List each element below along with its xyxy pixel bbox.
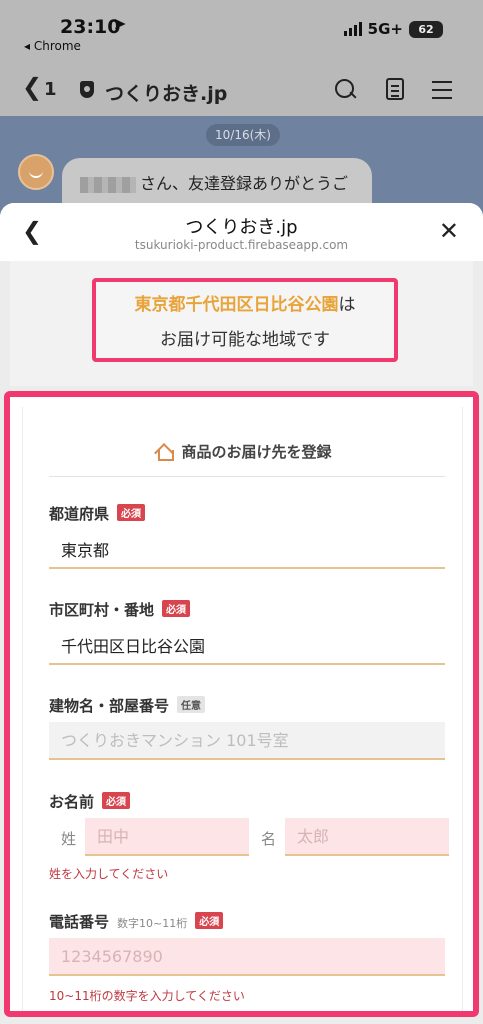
- required-badge: 必須: [162, 600, 191, 617]
- battery-icon: 62: [409, 20, 443, 38]
- notice-line-1: 東京都千代田区日比谷公園は: [96, 290, 394, 315]
- status-indicators: 5G+ 62: [343, 20, 443, 38]
- sheet-url: tsukurioki-product.firebaseapp.com: [134, 238, 349, 252]
- sheet-header: ❮ つくりおき.jp tsukurioki-product.firebaseap…: [0, 203, 483, 261]
- menu-icon[interactable]: [432, 78, 456, 102]
- note-icon[interactable]: [386, 78, 404, 100]
- first-name-prefix: 名: [261, 830, 277, 848]
- notice-line-2: お届け可能な地域です: [160, 330, 330, 350]
- city-label-text: 市区町村・番地: [49, 601, 155, 619]
- chat-title: つくりおき.jp: [105, 83, 228, 105]
- building-label-text: 建物名・部屋番号: [49, 697, 170, 715]
- avatar[interactable]: [18, 154, 54, 190]
- chat-message-text: さん、友達登録ありがとうご: [140, 174, 349, 193]
- phone-error: 10~11桁の数字を入力してください: [49, 989, 245, 1003]
- close-icon[interactable]: ✕: [439, 217, 459, 245]
- first-name-input[interactable]: [285, 818, 449, 856]
- shield-icon: [80, 81, 94, 98]
- signal-icon: [343, 22, 362, 36]
- prefecture-label: 都道府県 必須: [49, 503, 146, 524]
- optional-badge: 任意: [177, 696, 206, 713]
- notice-address: 東京都千代田区日比谷公園: [134, 295, 339, 315]
- phone-label-text: 電話番号: [49, 913, 110, 931]
- required-badge: 必須: [117, 504, 146, 521]
- divider: [49, 476, 445, 477]
- required-badge: 必須: [102, 792, 131, 809]
- phone-label: 電話番号 数字10~11桁 必須: [49, 911, 224, 932]
- back-to-app-link[interactable]: ◂ Chrome: [24, 39, 81, 53]
- network-label: 5G+: [367, 20, 403, 38]
- status-bar: 23:10 ➤ ◂ Chrome 5G+ 62: [0, 0, 483, 62]
- phone-hint: 数字10~11桁: [117, 917, 188, 930]
- sheet-title: つくりおき.jp: [185, 217, 298, 238]
- chat-area: 10/16(木) さん、友達登録ありがとうご: [0, 116, 483, 228]
- prefecture-label-text: 都道府県: [49, 505, 110, 523]
- required-badge: 必須: [195, 912, 224, 929]
- city-input[interactable]: [49, 627, 445, 665]
- back-chevron-icon[interactable]: ❮: [22, 73, 42, 101]
- name-label-text: お名前: [49, 793, 95, 811]
- last-name-prefix: 姓: [61, 830, 77, 848]
- form-heading: 商品のお届け先を登録: [23, 441, 464, 462]
- delivery-notice: 東京都千代田区日比谷公園は お届け可能な地域です: [92, 278, 398, 362]
- phone-input[interactable]: [49, 938, 445, 976]
- building-input[interactable]: [49, 722, 445, 760]
- name-label: お名前 必須: [49, 791, 131, 812]
- prefecture-input[interactable]: [49, 531, 445, 569]
- city-label: 市区町村・番地 必須: [49, 599, 191, 620]
- home-icon: [155, 443, 175, 461]
- blurred-name: [80, 176, 136, 193]
- address-form-highlight: 商品のお届け先を登録 都道府県必須 市区町村・番地必須 建物名・部屋番号任意 お…: [4, 391, 479, 1017]
- chat-header: ❮ 1 つくりおき.jp: [0, 62, 483, 116]
- address-form: 商品のお届け先を登録 都道府県必須 市区町村・番地必須 建物名・部屋番号任意 お…: [22, 407, 464, 1011]
- status-time: 23:10: [60, 16, 121, 38]
- search-icon[interactable]: [334, 78, 358, 102]
- location-arrow-icon: ➤: [113, 14, 127, 33]
- building-label: 建物名・部屋番号 任意: [49, 695, 206, 716]
- unread-count[interactable]: 1: [44, 79, 57, 100]
- last-name-input[interactable]: [85, 818, 249, 856]
- notice-suffix: は: [338, 295, 356, 315]
- date-separator: 10/16(木): [206, 124, 280, 146]
- last-name-error: 姓を入力してください: [49, 867, 169, 881]
- form-heading-text: 商品のお届け先を登録: [181, 443, 332, 461]
